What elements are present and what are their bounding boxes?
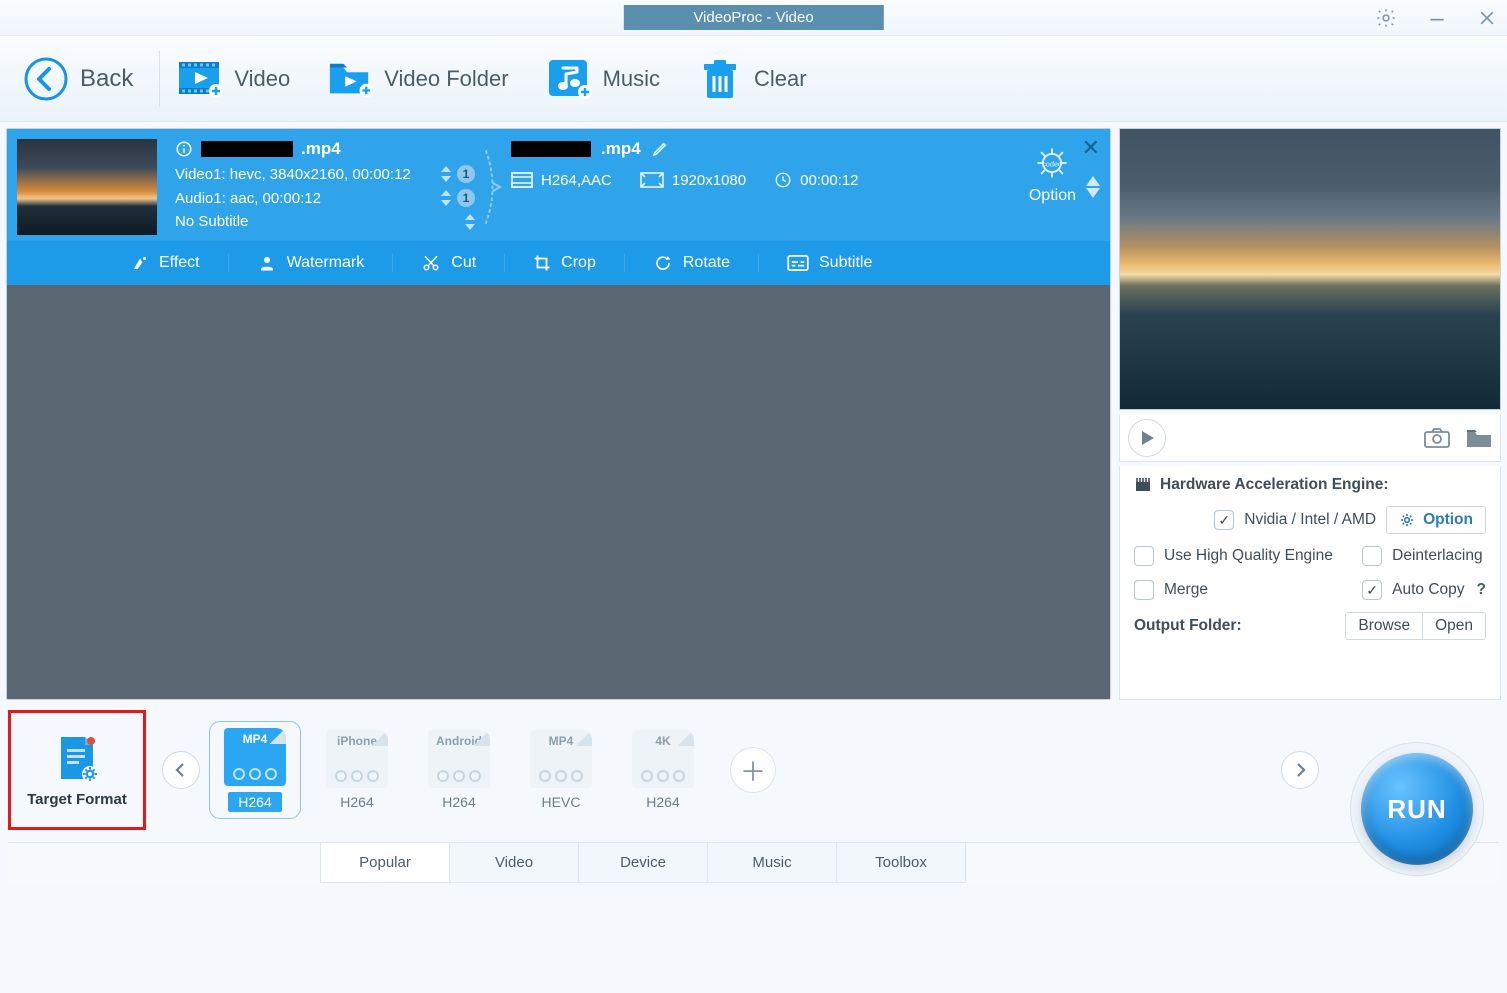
source-filename-redacted [201, 141, 293, 157]
window-title: VideoProc - Video [623, 5, 883, 30]
item-actions: Effect Watermark Cut Crop Rotate Subtitl… [7, 241, 1110, 285]
formats-prev-button[interactable] [162, 751, 200, 789]
back-icon [24, 57, 68, 101]
high-quality-label: Use High Quality Engine [1164, 547, 1333, 565]
rename-icon[interactable] [651, 140, 669, 158]
snapshot-icon[interactable] [1424, 428, 1450, 448]
chip-icon [1134, 477, 1152, 493]
format-android-h264[interactable]: AndroidH264 [420, 730, 498, 810]
output-duration: 00:00:12 [774, 171, 858, 189]
browse-button[interactable]: Browse [1345, 612, 1422, 640]
hw-accel-checkbox[interactable] [1214, 510, 1234, 530]
music-icon [547, 57, 591, 101]
trash-icon [698, 57, 742, 101]
svg-text:codec: codec [1043, 160, 1063, 169]
preview-controls [1119, 414, 1501, 462]
settings-icon[interactable] [1375, 7, 1397, 29]
separator [159, 51, 160, 107]
source-thumbnail [17, 139, 157, 235]
hw-accel-label: Nvidia / Intel / AMD [1244, 511, 1376, 529]
move-down-icon[interactable] [1086, 188, 1100, 198]
output-filename-ext: .mp4 [601, 139, 641, 159]
output-folder-label: Output Folder: [1134, 617, 1242, 635]
arrow-icon [483, 139, 503, 235]
format-iphone-h264[interactable]: iPhoneH264 [318, 730, 396, 810]
conversion-queue: ✕ .mp4 Video1: hevc, 3840x2160, 00:00:12… [6, 128, 1111, 700]
output-resolution: 1920x1080 [640, 172, 746, 189]
tab-video[interactable]: Video [449, 843, 579, 883]
subtitle-info: No Subtitle [175, 213, 248, 230]
deinterlace-checkbox[interactable] [1362, 546, 1382, 566]
autocopy-label: Auto Copy [1392, 581, 1464, 599]
output-codec: H264,AAC [511, 172, 612, 189]
output-filename-redacted [511, 141, 591, 157]
hw-option-button[interactable]: Option [1386, 506, 1486, 534]
audio-stream-info: Audio1: aac, 00:00:12 [175, 190, 321, 207]
rotate-button[interactable]: Rotate [625, 254, 759, 272]
queue-item[interactable]: ✕ .mp4 Video1: hevc, 3840x2160, 00:00:12… [7, 129, 1110, 285]
clear-button[interactable]: Clear [686, 51, 827, 107]
autocopy-checkbox[interactable] [1362, 580, 1382, 600]
target-format-label: Target Format [27, 791, 127, 808]
target-format-button[interactable]: Target Format [8, 710, 146, 830]
video-icon [178, 57, 222, 101]
tab-device[interactable]: Device [578, 843, 708, 883]
format-mp4-h264[interactable]: MP4H264 [216, 728, 294, 812]
format-4k-h264[interactable]: 4KH264 [624, 730, 702, 810]
item-reorder[interactable] [1086, 139, 1100, 235]
format-list: MP4H264 iPhoneH264 AndroidH264 MP4HEVC 4KH26… [216, 728, 702, 812]
crop-button[interactable]: Crop [505, 254, 625, 272]
run-button[interactable]: RUN [1361, 753, 1473, 865]
help-icon[interactable]: ? [1477, 581, 1486, 599]
video-folder-icon [328, 57, 372, 101]
subtitle-button[interactable]: Subtitle [759, 254, 900, 272]
effect-button[interactable]: Effect [103, 254, 229, 272]
deinterlace-label: Deinterlacing [1392, 547, 1482, 565]
close-icon[interactable] [1477, 8, 1497, 28]
add-music-button[interactable]: Music [535, 51, 680, 107]
tab-toolbox[interactable]: Toolbox [836, 843, 966, 883]
tab-music[interactable]: Music [707, 843, 837, 883]
open-folder-icon[interactable] [1466, 428, 1492, 448]
source-filename-ext: .mp4 [301, 139, 341, 159]
format-category-tabs: PopularVideoDeviceMusicToolbox [8, 842, 1499, 883]
formats-next-button[interactable] [1281, 751, 1319, 789]
add-format-button[interactable]: ＋ [730, 747, 776, 793]
output-info: .mp4 H264,AAC 1920x1080 00:00:12 [511, 139, 1029, 235]
titlebar: VideoProc - Video [0, 0, 1507, 36]
info-icon [175, 140, 193, 158]
audio-stream-badge[interactable]: 1 [457, 189, 475, 207]
main-toolbar: Back Video Video Folder Music Clear [0, 36, 1507, 122]
preview-player[interactable] [1119, 128, 1501, 410]
add-video-button[interactable]: Video [166, 51, 310, 107]
minimize-icon[interactable] [1427, 8, 1447, 28]
merge-label: Merge [1164, 581, 1208, 599]
tab-popular[interactable]: Popular [320, 843, 450, 883]
codec-option-button[interactable]: codec Option [1029, 143, 1076, 235]
video-stream-info: Video1: hevc, 3840x2160, 00:00:12 [175, 166, 411, 183]
open-button[interactable]: Open [1422, 612, 1486, 640]
target-format-icon [53, 733, 101, 783]
play-button[interactable] [1128, 419, 1166, 457]
video-stream-badge[interactable]: 1 [457, 165, 475, 183]
format-mp4-hevc[interactable]: MP4HEVC [522, 730, 600, 810]
settings-panel: Hardware Acceleration Engine: Nvidia / I… [1119, 466, 1501, 700]
add-video-folder-button[interactable]: Video Folder [316, 51, 528, 107]
hw-title-label: Hardware Acceleration Engine: [1160, 476, 1389, 494]
merge-checkbox[interactable] [1134, 580, 1154, 600]
watermark-button[interactable]: Watermark [229, 254, 394, 272]
move-up-icon[interactable] [1086, 176, 1100, 186]
cut-button[interactable]: Cut [393, 254, 505, 272]
high-quality-checkbox[interactable] [1134, 546, 1154, 566]
back-button[interactable]: Back [12, 51, 153, 107]
source-info: .mp4 Video1: hevc, 3840x2160, 00:00:12 1… [175, 139, 475, 235]
